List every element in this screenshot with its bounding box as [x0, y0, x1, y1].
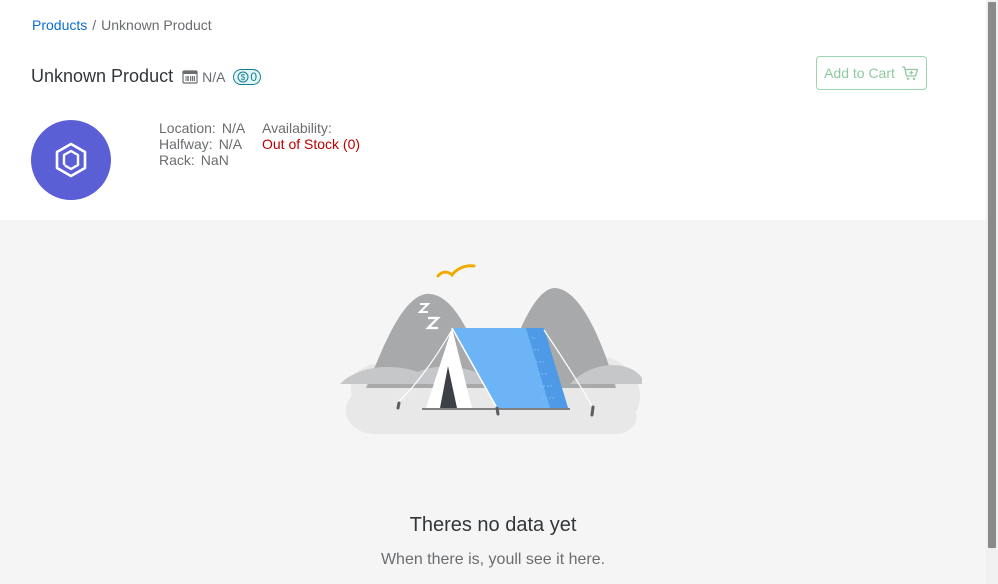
- location-details: Location: N/A Halfway: N/A Rack: NaN: [159, 120, 245, 168]
- vertical-scrollbar[interactable]: [986, 0, 998, 584]
- breadcrumb-separator: /: [92, 17, 97, 33]
- page-title: Unknown Product: [31, 66, 174, 86]
- price-badge: $ 0: [233, 68, 262, 85]
- scrollbar-thumb[interactable]: [988, 2, 996, 548]
- breadcrumb: Products / Unknown Product: [32, 17, 212, 33]
- location-label: Location:: [159, 120, 216, 136]
- availability-status: Out of Stock (0): [262, 136, 361, 152]
- breadcrumb-current: Unknown Product: [101, 17, 212, 33]
- rack-row: Rack: NaN: [159, 152, 245, 168]
- add-to-cart-label: Add to Cart: [824, 65, 895, 81]
- empty-state-area: Theres no data yet When there is, youll …: [0, 220, 986, 584]
- product-box-icon: [55, 142, 87, 178]
- availability-label: Availability:: [262, 120, 332, 136]
- barcode-icon: [182, 69, 198, 84]
- svg-text:$: $: [241, 73, 246, 82]
- halfway-value: N/A: [218, 136, 243, 152]
- add-to-cart-button[interactable]: Add to Cart: [816, 56, 927, 90]
- price-value: 0: [250, 69, 258, 84]
- location-row: Location: N/A: [159, 120, 245, 136]
- breadcrumb-link-products[interactable]: Products: [32, 17, 87, 33]
- rack-label: Rack:: [159, 152, 195, 168]
- availability-details: Availability: Out of Stock (0): [262, 120, 360, 152]
- dollar-icon: $: [237, 71, 249, 82]
- cart-icon: [901, 65, 919, 81]
- product-page: Products / Unknown Product Unknown Product…: [0, 0, 986, 584]
- camping-tent-illustration: [340, 264, 642, 435]
- halfway-row: Halfway: N/A: [159, 136, 245, 152]
- empty-state-subtitle: When there is, youll see it here.: [380, 551, 606, 568]
- product-header: Products / Unknown Product Unknown Product…: [0, 0, 986, 220]
- product-title-row: Unknown Product N/A $ 0: [31, 66, 262, 87]
- empty-state-title: Theres no data yet: [409, 514, 577, 536]
- product-id-value: N/A: [202, 68, 226, 85]
- rack-value: NaN: [200, 152, 229, 168]
- product-avatar: [31, 120, 111, 200]
- location-value: N/A: [221, 120, 246, 136]
- halfway-label: Halfway:: [159, 136, 213, 152]
